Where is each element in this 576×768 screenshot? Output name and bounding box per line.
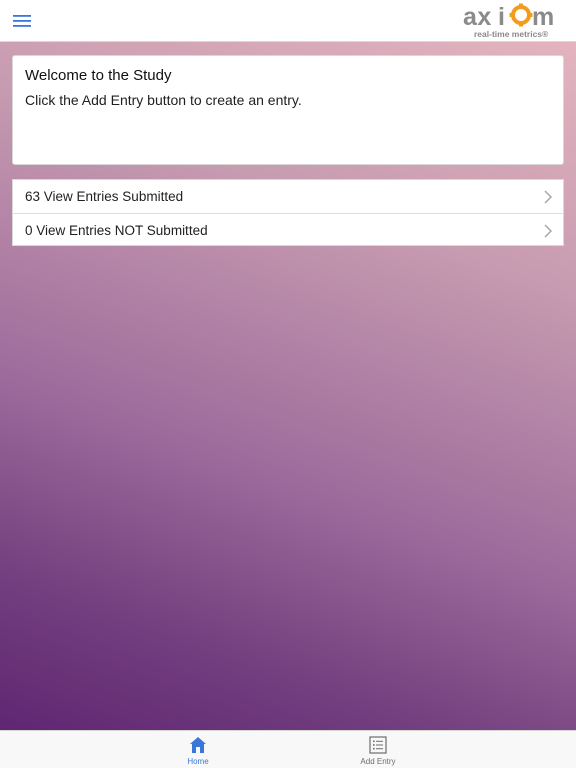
entries-list: 63 View Entries Submitted 0 View Entries… bbox=[12, 179, 564, 246]
tab-add-entry-label: Add Entry bbox=[360, 757, 396, 766]
app-header: ax i m real-time metrics® bbox=[0, 0, 576, 42]
list-icon bbox=[369, 736, 387, 754]
svg-text:ax: ax bbox=[463, 3, 492, 31]
welcome-title: Welcome to the Study bbox=[25, 67, 172, 84]
bottom-tab-bar: Home Add Entry bbox=[0, 730, 576, 768]
menu-button[interactable] bbox=[8, 8, 36, 34]
home-icon bbox=[190, 737, 206, 753]
list-item-entries-not-submitted[interactable]: 0 View Entries NOT Submitted bbox=[13, 213, 563, 246]
welcome-text: Click the Add Entry button to create an … bbox=[25, 92, 302, 108]
axiom-logo: ax i m real-time metrics® bbox=[463, 3, 554, 39]
chevron-right-icon bbox=[544, 224, 553, 238]
hamburger-icon[interactable] bbox=[13, 15, 31, 27]
home-content: Welcome to the Study Click the Add Entry… bbox=[0, 42, 576, 730]
welcome-card: Welcome to the Study Click the Add Entry… bbox=[12, 55, 564, 165]
svg-text:i: i bbox=[498, 3, 505, 31]
chevron-right-icon bbox=[544, 190, 553, 204]
list-item-label: 0 View Entries NOT Submitted bbox=[25, 222, 208, 238]
list-item-label: 63 View Entries Submitted bbox=[25, 189, 184, 204]
svg-text:real-time metrics®: real-time metrics® bbox=[474, 29, 549, 39]
svg-text:m: m bbox=[532, 3, 554, 31]
gear-icon bbox=[509, 3, 533, 27]
tab-add-entry[interactable]: Add Entry bbox=[338, 731, 418, 768]
tab-home-label: Home bbox=[187, 757, 209, 766]
list-item-entries-submitted[interactable]: 63 View Entries Submitted bbox=[13, 180, 563, 213]
tab-home[interactable]: Home bbox=[158, 731, 238, 768]
